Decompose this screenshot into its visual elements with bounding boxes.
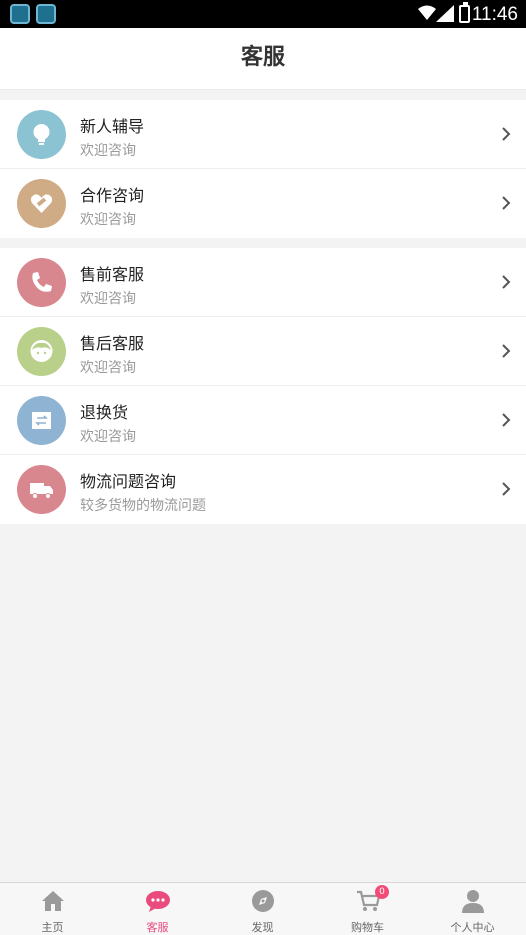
service-item-label: 新人辅导 xyxy=(80,117,145,136)
agent-face-icon xyxy=(17,327,66,376)
page-title: 客服 xyxy=(240,45,285,70)
service-item-new-guidance[interactable]: 新人辅导 欢迎咨询 xyxy=(0,100,526,169)
chevron-right-icon xyxy=(502,413,511,427)
exchange-icon xyxy=(17,396,66,445)
chevron-right-icon xyxy=(502,275,511,289)
tab-label: 购物车 xyxy=(351,921,384,934)
status-time: 11:46 xyxy=(471,4,518,25)
lightbulb-icon xyxy=(17,110,66,159)
service-item-logistics[interactable]: 物流问题咨询 较多货物的物流问题 xyxy=(0,455,526,524)
bottom-tab-bar: 主页 客服 发现 0 购物车 个人中心 xyxy=(0,882,526,935)
chevron-right-icon xyxy=(502,344,511,358)
status-bar: 11:46 xyxy=(0,0,526,28)
tab-label: 客服 xyxy=(146,921,169,934)
service-group-2: 售前客服 欢迎咨询 售后客服 欢迎咨询 退换货 欢迎咨询 物流问题咨询 较多货物… xyxy=(0,248,526,524)
chevron-right-icon xyxy=(502,482,511,496)
service-item-returns[interactable]: 退换货 欢迎咨询 xyxy=(0,386,526,455)
chevron-right-icon xyxy=(502,196,511,210)
app-notification-icon xyxy=(36,4,56,24)
home-icon xyxy=(42,891,64,911)
battery-icon xyxy=(459,2,470,23)
tab-label: 主页 xyxy=(41,921,64,934)
tab-profile[interactable]: 个人中心 xyxy=(420,883,525,935)
app-notification-icon xyxy=(10,4,30,24)
compass-icon xyxy=(252,890,274,912)
service-item-aftersale[interactable]: 售后客服 欢迎咨询 xyxy=(0,317,526,386)
service-item-presale[interactable]: 售前客服 欢迎咨询 xyxy=(0,248,526,317)
tab-cart[interactable]: 0 购物车 xyxy=(315,883,420,935)
service-item-label: 退换货 xyxy=(80,403,129,422)
service-item-subtitle: 欢迎咨询 xyxy=(80,212,136,228)
service-item-subtitle: 欢迎咨询 xyxy=(80,360,136,376)
truck-icon xyxy=(17,465,66,514)
service-item-label: 合作咨询 xyxy=(80,186,145,205)
tab-home[interactable]: 主页 xyxy=(0,883,105,935)
service-item-subtitle: 较多货物的物流问题 xyxy=(80,498,206,514)
phone-icon xyxy=(17,258,66,307)
service-item-subtitle: 欢迎咨询 xyxy=(80,143,136,159)
tab-customer-service[interactable]: 客服 xyxy=(105,883,210,935)
chat-bubble-icon xyxy=(146,891,170,912)
service-item-subtitle: 欢迎咨询 xyxy=(80,291,136,307)
page-header: 客服 xyxy=(0,28,526,90)
cart-count-badge: 0 xyxy=(375,885,389,899)
service-item-label: 物流问题咨询 xyxy=(80,472,177,491)
wifi-icon xyxy=(418,5,436,20)
signal-icon xyxy=(436,5,454,22)
person-icon xyxy=(462,890,484,913)
service-item-subtitle: 欢迎咨询 xyxy=(80,429,136,445)
tab-discover[interactable]: 发现 xyxy=(210,883,315,935)
tab-label: 发现 xyxy=(251,921,274,934)
service-item-cooperation[interactable]: 合作咨询 欢迎咨询 xyxy=(0,169,526,238)
heart-tag-icon xyxy=(17,179,66,228)
chevron-right-icon xyxy=(502,127,511,141)
tab-label: 个人中心 xyxy=(450,921,495,934)
service-group-1: 新人辅导 欢迎咨询 合作咨询 欢迎咨询 xyxy=(0,100,526,238)
service-item-label: 售前客服 xyxy=(80,265,145,284)
service-item-label: 售后客服 xyxy=(80,334,145,353)
